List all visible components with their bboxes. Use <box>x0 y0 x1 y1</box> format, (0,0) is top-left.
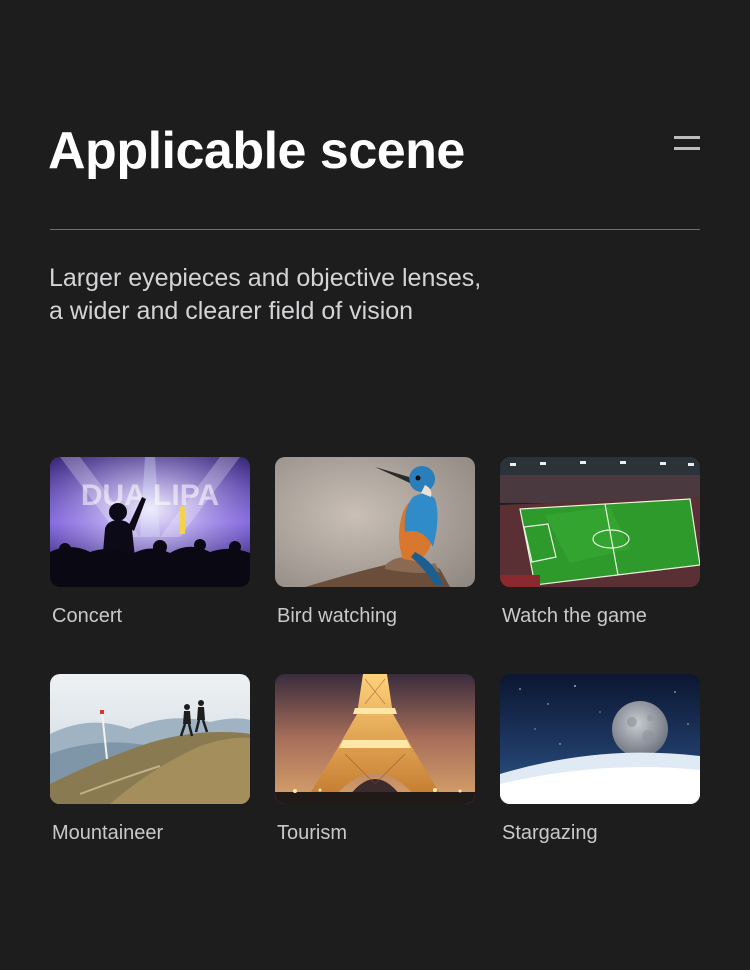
svg-text:DUA LIPA: DUA LIPA <box>81 479 219 512</box>
eiffel-tower-photo <box>275 674 475 804</box>
scene-label: Concert <box>52 605 123 627</box>
scene-label: Stargazing <box>502 822 598 844</box>
moon-photo <box>500 674 700 804</box>
scene-card-stargazing[interactable]: Stargazing <box>500 674 700 845</box>
mountain-hikers-photo <box>50 674 250 804</box>
scene-card-tourism[interactable]: Tourism <box>275 674 475 845</box>
concert-photo: DUA LIPA <box>50 457 250 587</box>
scene-card-mountaineer[interactable]: Mountaineer <box>50 674 250 845</box>
scene-card-concert[interactable]: DUA LIPA Concert <box>50 457 250 628</box>
page-title: Applicable scene <box>48 122 465 180</box>
subtitle-line-2: a wider and clearer field of vision <box>49 297 414 325</box>
scene-label: Tourism <box>277 822 348 844</box>
menu-bar-top <box>674 136 700 139</box>
menu-bar-bottom <box>674 147 700 150</box>
scene-label: Watch the game <box>502 605 647 627</box>
scene-label: Bird watching <box>277 605 398 627</box>
kingfisher-photo <box>275 457 475 587</box>
menu-icon[interactable] <box>674 136 700 150</box>
scene-card-watch-the-game[interactable]: Watch the game <box>500 457 700 628</box>
subtitle: Larger eyepieces and objective lenses, a… <box>49 262 569 328</box>
header-divider <box>50 229 700 230</box>
stadium-photo <box>500 457 700 587</box>
scene-label: Mountaineer <box>52 822 164 844</box>
subtitle-line-1: Larger eyepieces and objective lenses, <box>49 264 482 292</box>
scene-card-bird-watching[interactable]: Bird watching <box>275 457 475 628</box>
